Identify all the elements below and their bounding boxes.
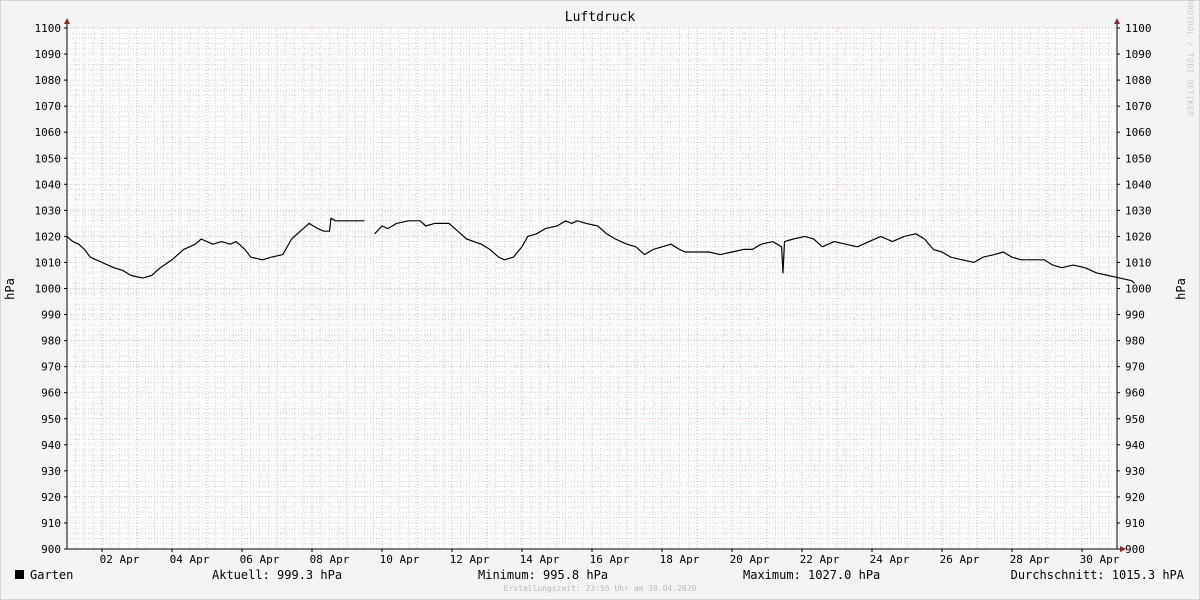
y-tick-label-right: 1030 [1125, 204, 1152, 217]
y-tick-label: 1020 [35, 230, 62, 243]
y-tick-label-right: 940 [1125, 439, 1145, 452]
y-tick-label: 1040 [35, 178, 62, 191]
y-tick-label-right: 1000 [1125, 283, 1152, 296]
y-tick-label: 950 [41, 413, 61, 426]
y-tick-label-right: 960 [1125, 387, 1145, 400]
y-tick-label: 910 [41, 517, 61, 530]
x-tick-label: 18 Apr [660, 553, 700, 566]
y-tick-label: 1080 [35, 74, 62, 87]
y-tick-label: 990 [41, 309, 61, 322]
y-tick-label-right: 1020 [1125, 230, 1152, 243]
legend-swatch [15, 570, 24, 579]
x-tick-label: 08 Apr [310, 553, 350, 566]
y-tick-label-right: 1070 [1125, 100, 1152, 113]
y-tick-label-right: 970 [1125, 361, 1145, 374]
y-tick-label: 1000 [35, 283, 62, 296]
y-tick-label: 920 [41, 491, 61, 504]
y-axis-arrow [64, 18, 70, 24]
y-tick-label-right: 900 [1125, 543, 1145, 556]
y-tick-label: 1010 [35, 256, 62, 269]
y-tick-label-right: 910 [1125, 517, 1145, 530]
y-tick-label: 1030 [35, 204, 62, 217]
y-tick-label: 1060 [35, 126, 62, 139]
y-tick-label: 1050 [35, 152, 62, 165]
x-tick-label: 28 Apr [1010, 553, 1050, 566]
x-tick-label: 10 Apr [380, 553, 420, 566]
x-tick-label: 30 Apr [1080, 553, 1120, 566]
y-tick-label-right: 980 [1125, 335, 1145, 348]
y-tick-label-right: 1060 [1125, 126, 1152, 139]
y-axis-right-arrow [1114, 18, 1120, 24]
y-tick-label-right: 1050 [1125, 152, 1152, 165]
x-tick-label: 14 Apr [520, 553, 560, 566]
stat-current: Aktuell: 999.3 hPa [212, 568, 343, 582]
legend-series-name: Garten [30, 568, 74, 582]
y-tick-label: 970 [41, 361, 61, 374]
y-tick-label-right: 930 [1125, 465, 1145, 478]
y-tick-label: 940 [41, 439, 61, 452]
x-tick-label: 20 Apr [730, 553, 770, 566]
x-tick-label: 16 Apr [590, 553, 630, 566]
x-tick-label: 04 Apr [170, 553, 210, 566]
legend: Garten Aktuell: 999.3 hPa Minimum: 995.8… [0, 568, 1200, 584]
x-tick-label: 06 Apr [240, 553, 280, 566]
y-tick-label-right: 1010 [1125, 256, 1152, 269]
y-tick-label: 980 [41, 335, 61, 348]
y-tick-label-right: 1040 [1125, 178, 1152, 191]
stat-minimum: Minimum: 995.8 hPa [478, 568, 609, 582]
y-tick-label: 1070 [35, 100, 62, 113]
y-tick-label: 1100 [35, 22, 62, 35]
y-tick-label: 930 [41, 465, 61, 478]
chart-canvas: 900 900 910 910 920 920 930 930 940 940 950 950 960 9… [35, 18, 1152, 566]
y-tick-label-right: 920 [1125, 491, 1145, 504]
x-tick-label: 22 Apr [800, 553, 840, 566]
y-tick-label: 960 [41, 387, 61, 400]
y-tick-label: 1090 [35, 48, 62, 61]
creation-time: Erstellungszeit: 23:55 Uhr am 30.04.2020 [503, 584, 697, 593]
y-tick-label: 900 [41, 543, 61, 556]
y-tick-label-right: 990 [1125, 309, 1145, 322]
y-tick-label-right: 1080 [1125, 74, 1152, 87]
stat-average: Durchschnitt: 1015.3 hPA [1010, 568, 1184, 582]
x-tick-label: 24 Apr [870, 553, 910, 566]
y-tick-label-right: 950 [1125, 413, 1145, 426]
x-tick-label: 26 Apr [940, 553, 980, 566]
x-tick-label: 12 Apr [450, 553, 490, 566]
stat-maximum: Maximum: 1027.0 hPa [743, 568, 881, 582]
y-tick-label-right: 1100 [1125, 22, 1152, 35]
y-tick-label-right: 1090 [1125, 48, 1152, 61]
x-tick-label: 02 Apr [100, 553, 140, 566]
